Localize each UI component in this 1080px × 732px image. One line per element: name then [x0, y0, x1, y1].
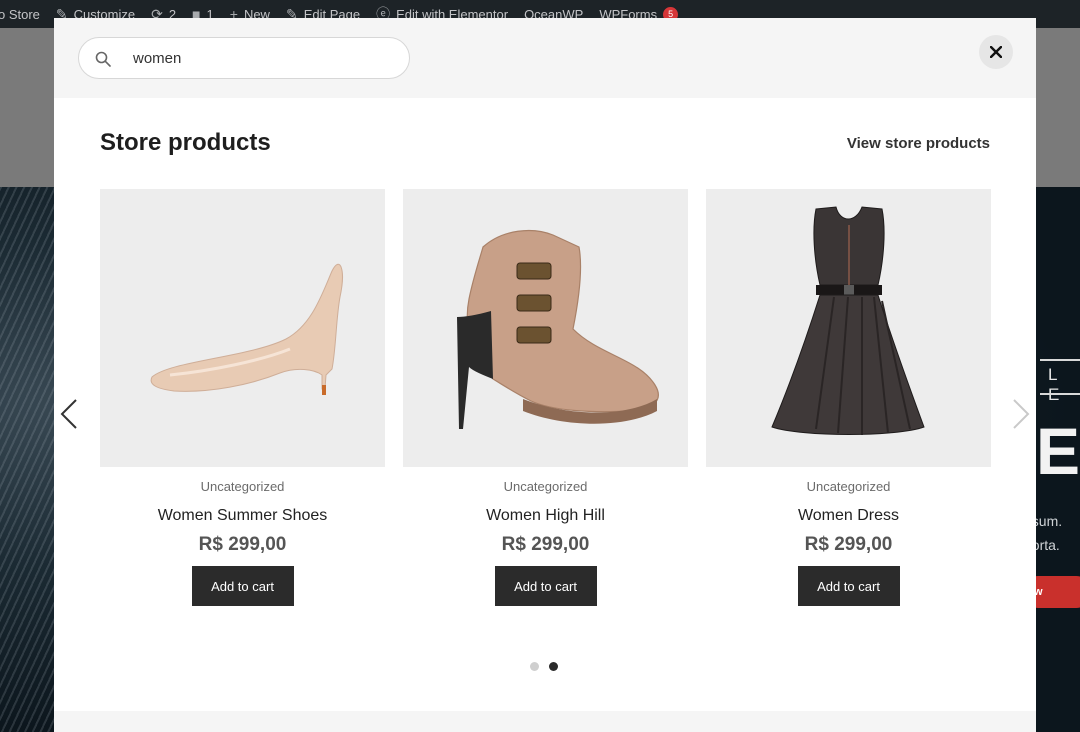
- hero-rule-bottom: [1040, 393, 1080, 395]
- admin-bar-site-name[interactable]: o Store: [0, 0, 48, 28]
- product-card: Uncategorized Women Dress R$ 299,00 Add …: [706, 189, 991, 606]
- carousel-pagination: [530, 662, 558, 671]
- product-price: R$ 299,00: [501, 534, 590, 555]
- close-button[interactable]: [979, 35, 1013, 69]
- close-icon: [990, 46, 1002, 58]
- product-name[interactable]: Women Dress: [706, 507, 991, 525]
- modal-header: [54, 18, 1036, 98]
- search-input[interactable]: [133, 47, 393, 69]
- hero-rule-top: [1040, 359, 1080, 361]
- product-image[interactable]: [706, 189, 991, 467]
- carousel-dot-1[interactable]: [530, 662, 539, 671]
- product-price: R$ 299,00: [198, 534, 287, 555]
- product-category[interactable]: Uncategorized: [706, 479, 991, 494]
- carousel-dot-2[interactable]: [549, 662, 558, 671]
- view-store-products-link[interactable]: View store products: [847, 135, 990, 152]
- add-to-cart-button[interactable]: Add to cart: [494, 566, 597, 606]
- add-to-cart-button[interactable]: Add to cart: [797, 566, 900, 606]
- pump-shoe-image: [150, 263, 343, 395]
- chevron-right-icon[interactable]: [1010, 398, 1032, 430]
- product-name[interactable]: Women High Hill: [403, 507, 688, 525]
- section-title: Store products: [100, 129, 271, 156]
- ankle-boot-image: [457, 229, 659, 429]
- product-price: R$ 299,00: [804, 534, 893, 555]
- product-card: Uncategorized Women High Hill R$ 299,00 …: [403, 189, 688, 606]
- add-to-cart-button[interactable]: Add to cart: [191, 566, 294, 606]
- product-name[interactable]: Women Summer Shoes: [100, 507, 385, 525]
- hero-small-letters: L E: [1048, 365, 1065, 404]
- product-category[interactable]: Uncategorized: [403, 479, 688, 494]
- product-image[interactable]: [100, 189, 385, 467]
- search-icon: [95, 51, 111, 67]
- search-modal: Store products View store products Uncat…: [54, 18, 1036, 732]
- hero-big-letter: E: [1036, 414, 1080, 488]
- product-image[interactable]: [403, 189, 688, 467]
- product-card: Uncategorized Women Summer Shoes R$ 299,…: [100, 189, 385, 606]
- search-box[interactable]: [78, 37, 410, 79]
- modal-footer: [54, 711, 1036, 732]
- dress-image: [771, 206, 925, 435]
- chevron-left-icon[interactable]: [58, 398, 80, 430]
- product-category[interactable]: Uncategorized: [100, 479, 385, 494]
